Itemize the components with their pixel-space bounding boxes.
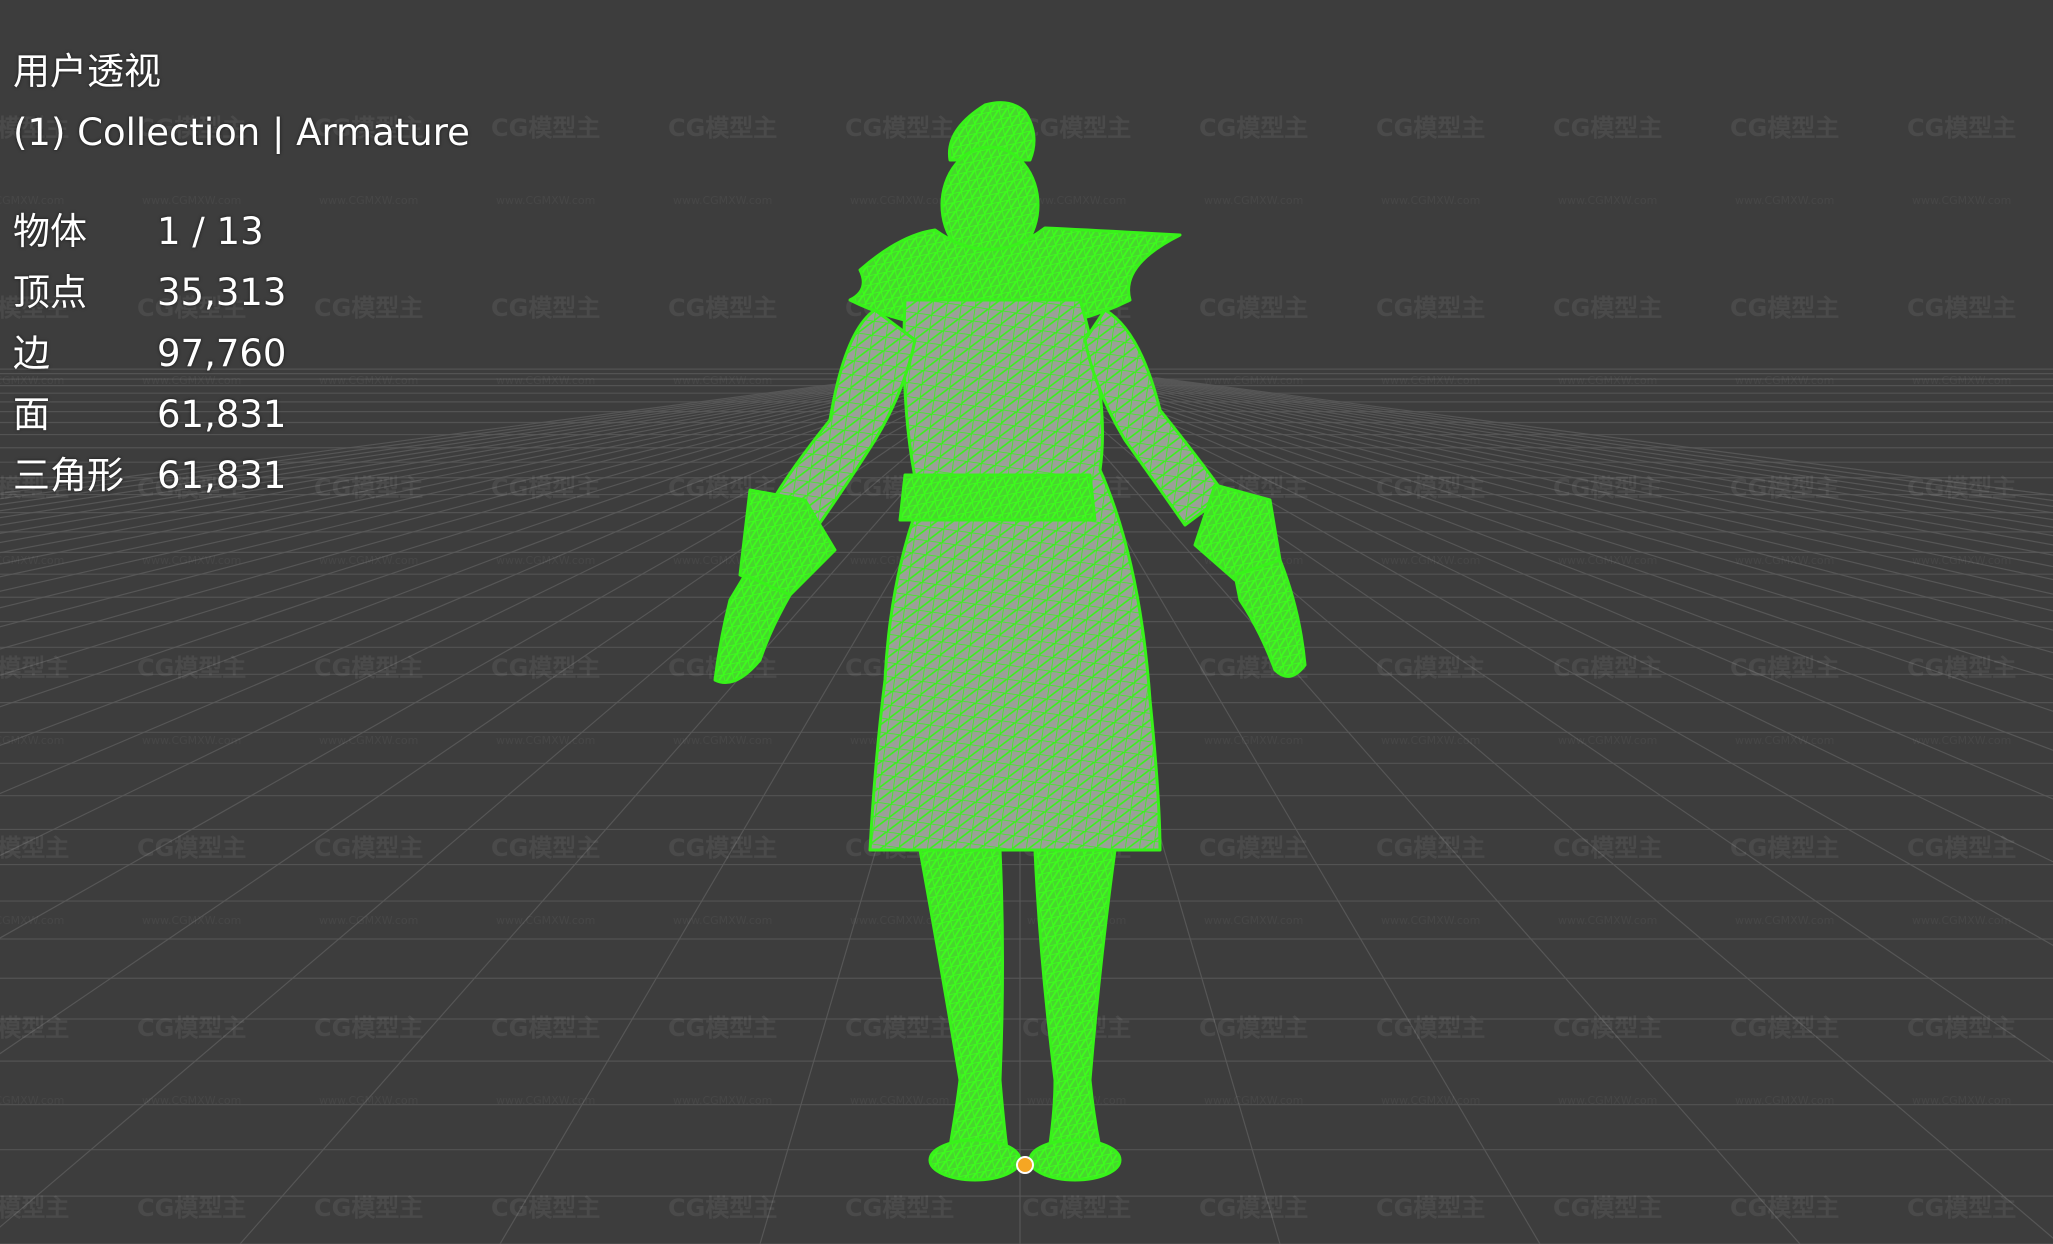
left-boot [928, 1138, 1022, 1182]
wireframe-character-model[interactable] [0, 0, 2053, 1244]
left-hand [713, 573, 792, 684]
character-body [713, 101, 1307, 1182]
left-leg [918, 848, 1012, 1177]
stat-triangles-label: 三角形 [13, 454, 124, 497]
stat-objects-value: 1 / 13 [157, 210, 264, 253]
view-name-label: 用户透视 [13, 50, 161, 93]
right-hand [1233, 558, 1307, 678]
stat-vertices-value: 35,313 [157, 271, 287, 314]
stat-faces-value: 61,831 [157, 393, 287, 436]
stat-triangles-value: 61,831 [157, 454, 287, 497]
right-leg [1033, 848, 1117, 1177]
stat-edges-value: 97,760 [157, 332, 287, 375]
stat-faces-label: 面 [13, 393, 50, 436]
stat-vertices-label: 顶点 [13, 271, 87, 314]
belt [898, 473, 1097, 522]
stat-objects-label: 物体 [13, 210, 87, 253]
3d-viewport[interactable]: CG模型主www.CGMXW.comCG模型主www.CGMXW.comCG模型… [0, 0, 2053, 1244]
object-origin-dot[interactable] [1016, 1156, 1034, 1174]
stat-edges-label: 边 [13, 332, 50, 375]
right-boot [1028, 1138, 1122, 1182]
collection-info-label: (1) Collection | Armature [13, 111, 470, 154]
